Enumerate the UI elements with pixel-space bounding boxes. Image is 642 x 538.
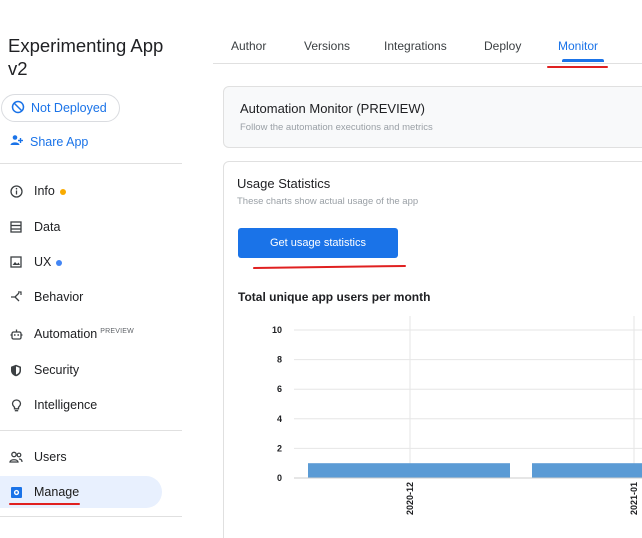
monitor-card-subtitle: Follow the automation executions and met…	[240, 122, 433, 133]
bulb-icon	[9, 398, 23, 412]
y-tick-label: 0	[277, 473, 282, 483]
usage-card-subtitle: These charts show actual usage of the ap…	[237, 196, 419, 207]
x-tick-label: 2021-01	[629, 482, 639, 515]
active-tab-indicator	[562, 59, 604, 62]
annotation-underline-monitor	[547, 66, 608, 68]
bar-2020-12	[308, 463, 510, 478]
y-tick-label: 2	[277, 443, 282, 453]
sidebar-item-label: Intelligence	[34, 398, 98, 412]
not-deployed-icon	[11, 100, 25, 117]
table-icon	[9, 220, 23, 234]
top-tabs: Author Versions Integrations Deploy Moni…	[213, 0, 642, 64]
usage-statistics-card: Usage Statistics These charts show actua…	[223, 161, 642, 538]
sidebar-item-label: Manage	[34, 485, 80, 499]
share-users-icon	[10, 134, 24, 149]
chart-title: Total unique app users per month	[238, 290, 431, 304]
info-status-dot	[59, 189, 66, 195]
y-tick-label: 8	[277, 355, 282, 365]
sidebar-item-behavior[interactable]: Behavior	[0, 281, 162, 313]
sidebar-item-label: UX	[34, 255, 52, 269]
share-app-label: Share App	[30, 134, 89, 149]
sidebar-item-ux[interactable]: UX	[0, 246, 162, 278]
sidebar-item-label: Security	[34, 363, 80, 377]
sidebar-item-label: Automation	[34, 327, 98, 341]
annotation-underline-manage	[9, 503, 80, 505]
usage-card-title: Usage Statistics	[237, 176, 331, 191]
sidebar-divider	[0, 430, 182, 431]
users-per-month-chart: 0 2 4 6 8 10 2020-12 2021-01	[272, 316, 642, 515]
sidebar: Experimenting App v2 Not Deployed Share …	[0, 0, 182, 538]
sidebar-item-data[interactable]: Data	[0, 211, 162, 243]
monitor-card-title: Automation Monitor (PREVIEW)	[240, 101, 425, 116]
sidebar-item-label: Behavior	[34, 290, 84, 304]
bar-2021-01	[532, 463, 642, 478]
sidebar-divider	[0, 516, 182, 517]
preview-badge: PREVIEW	[100, 327, 134, 335]
robot-icon	[9, 327, 23, 341]
share-app-link[interactable]: Share App	[10, 134, 88, 149]
sidebar-item-automation[interactable]: Automation PREVIEW	[0, 318, 162, 350]
sidebar-item-label: Users	[34, 450, 67, 464]
tab-monitor[interactable]: Monitor	[558, 39, 598, 53]
deploy-status-label: Not Deployed	[31, 101, 107, 115]
deploy-status-button[interactable]: Not Deployed	[1, 94, 120, 122]
users-icon	[9, 450, 23, 464]
ux-status-dot	[56, 260, 63, 266]
get-usage-statistics-button[interactable]: Get usage statistics	[238, 228, 398, 258]
sidebar-item-info[interactable]: Info	[0, 175, 162, 207]
tab-deploy[interactable]: Deploy	[484, 39, 521, 53]
y-tick-label: 10	[272, 325, 282, 335]
sidebar-item-users[interactable]: Users	[0, 441, 162, 473]
x-tick-label: 2020-12	[405, 482, 415, 515]
tab-author[interactable]: Author	[231, 39, 266, 53]
tab-integrations[interactable]: Integrations	[384, 39, 447, 53]
app-title: Experimenting App v2	[8, 35, 164, 79]
info-icon	[9, 184, 23, 198]
manage-icon	[9, 485, 23, 499]
sidebar-divider	[0, 163, 182, 164]
image-icon	[9, 255, 23, 269]
sidebar-item-label: Data	[34, 220, 61, 234]
automation-monitor-card[interactable]: Automation Monitor (PREVIEW) Follow the …	[223, 86, 642, 148]
shield-icon	[9, 363, 23, 377]
tab-versions[interactable]: Versions	[304, 39, 350, 53]
y-tick-label: 6	[277, 384, 282, 394]
branch-icon	[9, 290, 23, 304]
sidebar-item-intelligence[interactable]: Intelligence	[0, 389, 162, 421]
sidebar-item-security[interactable]: Security	[0, 354, 162, 386]
y-tick-label: 4	[277, 414, 282, 424]
sidebar-item-label: Info	[34, 184, 55, 198]
